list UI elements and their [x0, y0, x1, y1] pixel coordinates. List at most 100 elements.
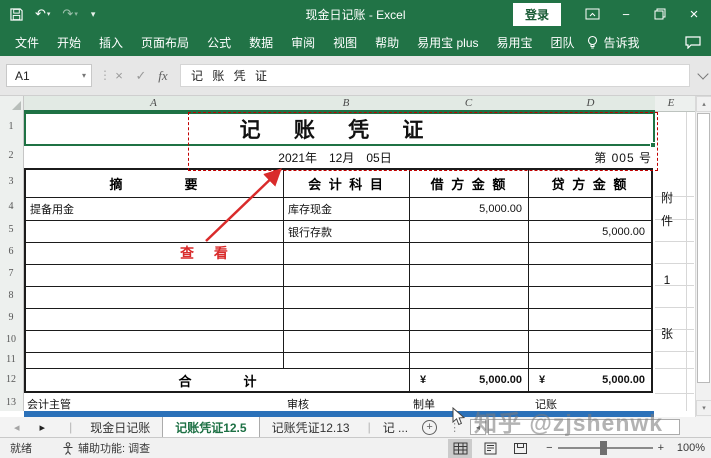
cell-empty[interactable]: [410, 331, 529, 352]
cell-empty[interactable]: [26, 265, 284, 286]
cell-empty[interactable]: [26, 287, 284, 308]
formula-input[interactable]: 记 账 凭 证: [180, 64, 690, 87]
cell-empty[interactable]: [410, 265, 529, 286]
cancel-entry-button[interactable]: ×: [108, 64, 130, 87]
close-button[interactable]: ×: [677, 0, 711, 28]
ribbon-tab-team[interactable]: 团队: [542, 28, 584, 56]
ribbon-tab-home[interactable]: 开始: [48, 28, 90, 56]
row-header-3[interactable]: 3: [0, 176, 22, 187]
cell-empty[interactable]: [26, 309, 284, 330]
row-header-11[interactable]: 11: [0, 354, 22, 365]
login-button[interactable]: 登录: [513, 3, 561, 26]
row-header-10[interactable]: 10: [0, 334, 22, 345]
ribbon-tab-file[interactable]: 文件: [6, 28, 48, 56]
column-header-b[interactable]: B: [283, 97, 409, 109]
ribbon-tab-data[interactable]: 数据: [240, 28, 282, 56]
row-header-13[interactable]: 13: [0, 397, 22, 408]
signature-preparer[interactable]: 制单: [413, 396, 435, 412]
row-header-1[interactable]: 1: [0, 121, 22, 132]
row-header-12[interactable]: 12: [0, 374, 22, 385]
cell-credit[interactable]: 5,000.00: [529, 221, 651, 242]
scroll-down-icon[interactable]: ▾: [696, 400, 711, 416]
row-header-2[interactable]: 2: [0, 150, 22, 161]
header-cell-debit[interactable]: 借 方 金 额: [410, 170, 529, 197]
cell-empty[interactable]: [529, 243, 651, 264]
header-cell-credit[interactable]: 贷 方 金 额: [529, 170, 651, 197]
header-cell-account[interactable]: 会 计 科 目: [284, 170, 410, 197]
comments-icon[interactable]: [685, 36, 701, 49]
cell-debit[interactable]: 5,000.00: [410, 198, 529, 220]
page-break-view-button[interactable]: [508, 439, 532, 458]
cell-credit[interactable]: [529, 198, 651, 220]
tell-me-box[interactable]: 告诉我: [595, 28, 649, 56]
zoom-slider-track[interactable]: [558, 447, 653, 449]
cell-empty[interactable]: [410, 287, 529, 308]
undo-dropdown-icon[interactable]: ▾: [47, 10, 51, 18]
ribbon-tab-insert[interactable]: 插入: [90, 28, 132, 56]
normal-view-button[interactable]: [448, 439, 472, 458]
cell-empty[interactable]: [410, 353, 529, 368]
cell-empty[interactable]: [284, 331, 410, 352]
zoom-level[interactable]: 100%: [669, 442, 705, 454]
row-header-5[interactable]: 5: [0, 224, 22, 235]
undo-button[interactable]: ↶▾: [35, 6, 50, 22]
total-debit-cell[interactable]: ¥ 5,000.00: [410, 369, 529, 391]
redo-button[interactable]: ↷▾: [62, 6, 77, 22]
restore-button[interactable]: [643, 0, 677, 28]
total-label-cell[interactable]: 合 计: [26, 369, 410, 391]
confirm-entry-button[interactable]: ✓: [130, 64, 152, 87]
ribbon-tab-page-layout[interactable]: 页面布局: [132, 28, 198, 56]
sheet-tab-voucher-12-13[interactable]: 记账凭证12.13: [260, 417, 362, 437]
scroll-up-icon[interactable]: ▴: [696, 96, 711, 112]
cell-account[interactable]: 银行存款: [284, 221, 410, 242]
cell-empty[interactable]: [529, 331, 651, 352]
ribbon-tab-view[interactable]: 视图: [324, 28, 366, 56]
row-header-7[interactable]: 7: [0, 268, 22, 279]
cell-summary[interactable]: 提备用金: [26, 198, 284, 220]
cell-account[interactable]: 库存现金: [284, 198, 410, 220]
total-credit-cell[interactable]: ¥ 5,000.00: [529, 369, 651, 391]
column-header-d[interactable]: D: [528, 97, 653, 109]
name-box[interactable]: A1 ▾: [6, 64, 92, 87]
cell-summary[interactable]: [26, 221, 284, 242]
cell-empty[interactable]: [529, 353, 651, 368]
cell-empty[interactable]: [284, 287, 410, 308]
cell-empty[interactable]: [284, 309, 410, 330]
ribbon-tab-yiyongbao-plus[interactable]: 易用宝 plus: [408, 28, 487, 56]
insert-function-button[interactable]: fx: [152, 64, 174, 87]
accessibility-status[interactable]: 辅助功能: 调查: [62, 440, 150, 456]
ribbon-tab-help[interactable]: 帮助: [366, 28, 408, 56]
row-header-9[interactable]: 9: [0, 312, 22, 323]
vertical-scrollbar[interactable]: ▴ ▾: [695, 96, 711, 417]
row-header-8[interactable]: 8: [0, 290, 22, 301]
ribbon-tab-formulas[interactable]: 公式: [198, 28, 240, 56]
zoom-in-button[interactable]: +: [658, 442, 664, 454]
vertical-scrollbar-thumb[interactable]: [697, 113, 710, 383]
cell-empty[interactable]: [410, 243, 529, 264]
row-header-4[interactable]: 4: [0, 201, 22, 212]
sheet-tab-truncated[interactable]: 记 ...: [377, 417, 414, 437]
cell-empty[interactable]: [284, 353, 410, 368]
cell-empty[interactable]: [26, 243, 284, 264]
zoom-slider-thumb[interactable]: [600, 441, 607, 455]
zoom-out-button[interactable]: −: [546, 442, 552, 454]
cell-debit[interactable]: [410, 221, 529, 242]
ribbon-tab-review[interactable]: 审阅: [282, 28, 324, 56]
cell-empty[interactable]: [284, 243, 410, 264]
ribbon-display-options-button[interactable]: [575, 0, 609, 28]
sheet-tab-voucher-12-5[interactable]: 记账凭证12.5: [162, 417, 259, 437]
redo-dropdown-icon[interactable]: ▾: [74, 10, 78, 18]
signature-reviewer[interactable]: 审核: [287, 396, 309, 412]
cell-empty[interactable]: [26, 353, 284, 368]
prev-sheet-icon[interactable]: ◂: [14, 421, 20, 434]
cell-empty[interactable]: [284, 265, 410, 286]
expand-formula-bar-icon[interactable]: [697, 68, 708, 79]
cell-empty[interactable]: [529, 309, 651, 330]
minimize-button[interactable]: −: [609, 0, 643, 28]
cell-empty[interactable]: [26, 331, 284, 352]
new-sheet-button[interactable]: +: [422, 420, 437, 435]
column-header-a[interactable]: A: [24, 97, 283, 109]
name-box-dropdown-icon[interactable]: ▾: [82, 71, 86, 80]
next-sheet-icon[interactable]: ▸: [40, 421, 46, 434]
column-header-e[interactable]: E: [653, 97, 689, 109]
